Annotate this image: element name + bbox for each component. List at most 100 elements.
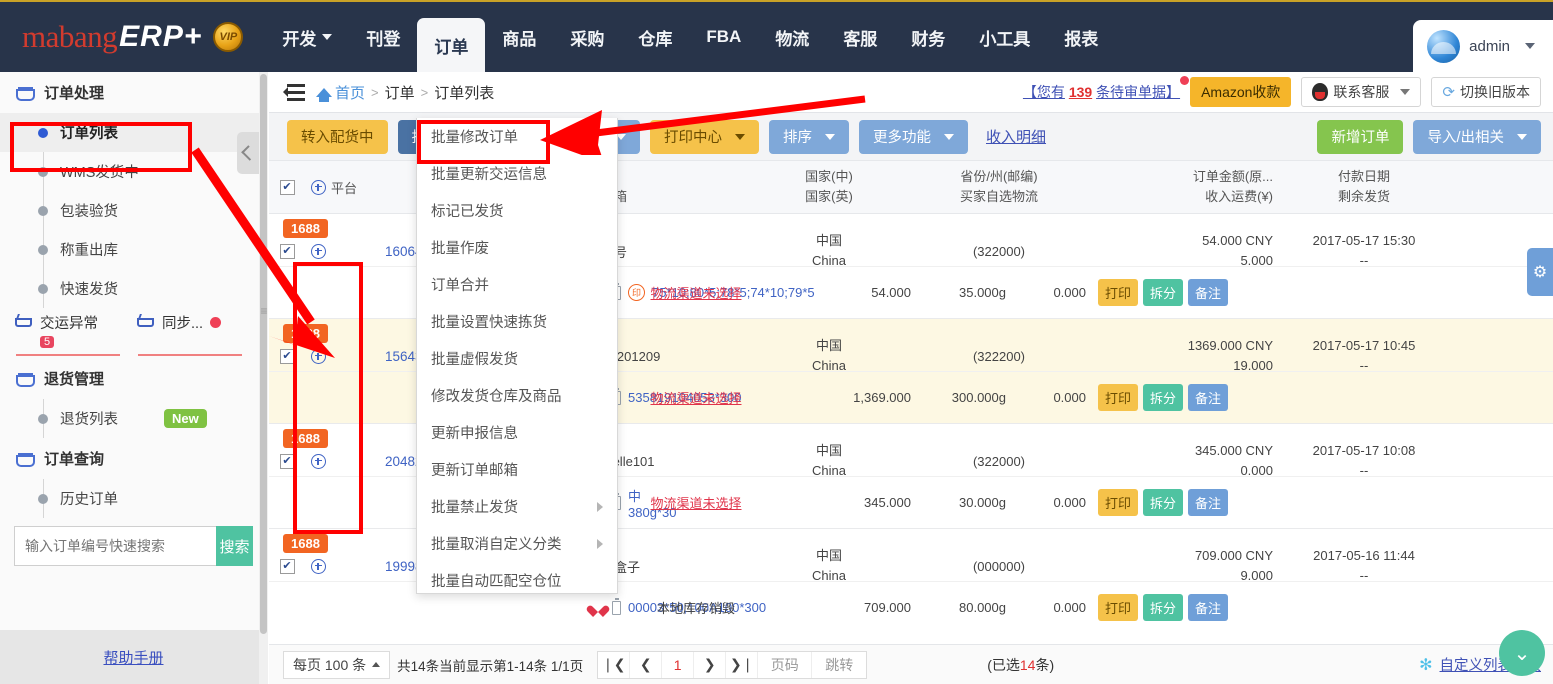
shortcut-transport-exception[interactable]: 交运异常 5	[14, 312, 122, 356]
settings-gear-tab[interactable]: ⚙	[1527, 248, 1553, 296]
logistics-channel-link[interactable]: 物流渠道未选择	[650, 286, 741, 301]
page-number-input[interactable]: 页码	[758, 651, 813, 678]
chevron-down-icon	[322, 34, 333, 40]
row-country-cell: 中国 China	[759, 231, 899, 271]
sidebar-group-order-processing[interactable]: 订单处理	[0, 72, 267, 113]
breadcrumb-home[interactable]: 首页	[335, 82, 365, 103]
chevron-down-icon	[1400, 89, 1411, 95]
basket-icon	[16, 85, 35, 101]
nav-item-orders[interactable]: 订单	[417, 18, 486, 72]
menu-item-batch-auto-match-bin[interactable]: 批量自动匹配空仓位	[417, 562, 617, 593]
nav-item-listing[interactable]: 刊登	[349, 2, 417, 72]
chevron-right-icon	[597, 501, 603, 512]
bullet-icon	[38, 283, 48, 294]
country-cn: 中国	[815, 548, 842, 563]
next-page-button[interactable]: ❯	[694, 651, 727, 678]
logistics-channel-link[interactable]: 物流渠道未选择	[650, 391, 741, 406]
split-action-button[interactable]: 拆分	[1143, 279, 1184, 306]
import-export-button[interactable]: 导入/出相关	[1413, 119, 1541, 154]
menu-item-batch-block-shipping[interactable]: 批量禁止发货	[417, 488, 617, 525]
user-menu[interactable]: admin	[1413, 20, 1553, 72]
sidebar-toggle-icon[interactable]	[283, 83, 305, 101]
nav-item-warehouse[interactable]: 仓库	[621, 2, 689, 72]
pending-review-notice[interactable]: 【您有 139 条待审单据】	[1023, 76, 1190, 102]
nav-item-logistics[interactable]: 物流	[758, 2, 826, 72]
row-actions: 打印 拆分 备注	[1086, 594, 1229, 621]
menu-item-merge-orders[interactable]: 订单合并	[417, 266, 617, 303]
nav-item-customer-service[interactable]: 客服	[826, 2, 894, 72]
contact-support-button[interactable]: 联系客服	[1301, 77, 1422, 107]
jump-button[interactable]: 跳转	[812, 652, 866, 678]
menu-item-mark-shipped[interactable]: 标记已发货	[417, 192, 617, 229]
help-manual-link[interactable]: 帮助手册	[103, 647, 163, 668]
app-logo[interactable]: mabang ERP+ VIP	[0, 2, 251, 72]
menu-item-batch-cancel-custom-category[interactable]: 批量取消自定义分类	[417, 525, 617, 562]
sidebar-item-history-orders[interactable]: 历史订单	[0, 479, 267, 518]
expand-plus-icon[interactable]	[311, 453, 326, 469]
print-action-button[interactable]: 打印	[1098, 279, 1139, 306]
per-page-selector[interactable]: 每页 100 条	[283, 650, 391, 679]
split-action-button[interactable]: 拆分	[1143, 594, 1184, 621]
row-province-cell: (322000)	[972, 243, 1026, 259]
nav-item-tools[interactable]: 小工具	[962, 2, 1047, 72]
menu-item-batch-update-transport[interactable]: 批量更新交运信息	[417, 155, 617, 192]
sidebar-group-label: 退货管理	[44, 371, 105, 388]
nav-item-products[interactable]: 商品	[485, 2, 553, 72]
row-sub-amount: 54.000	[871, 285, 911, 300]
last-page-button[interactable]: ❯❘	[726, 651, 759, 678]
cart-icon	[14, 314, 33, 331]
menu-item-edit-warehouse-goods[interactable]: 修改发货仓库及商品	[417, 377, 617, 414]
menu-item-update-declaration[interactable]: 更新申报信息	[417, 414, 617, 451]
nav-item-fba[interactable]: FBA	[689, 2, 758, 72]
print-action-button[interactable]: 打印	[1098, 384, 1139, 411]
switch-old-version-button[interactable]: ⟳ 切换旧版本	[1431, 77, 1541, 107]
prev-page-button[interactable]: ❮	[630, 651, 663, 678]
search-button[interactable]: 搜索	[216, 526, 253, 566]
new-order-button[interactable]: 新增订单	[1317, 119, 1404, 154]
current-page-number[interactable]: 1	[662, 651, 695, 678]
breadcrumb-separator: >	[371, 84, 379, 100]
header-country: 国家(中) 国家(英)	[759, 167, 899, 207]
row-weight: 30.000g	[959, 495, 1006, 510]
row-checkbox[interactable]	[279, 453, 295, 469]
income-detail-link[interactable]: 收入明细	[986, 126, 1046, 147]
row-checkbox[interactable]	[279, 558, 295, 574]
search-input[interactable]	[14, 526, 216, 566]
breadcrumb-level2[interactable]: 订单	[385, 82, 415, 103]
row-province-cell: (000000)	[972, 558, 1026, 574]
toolbar-right-actions: 新增订单 导入/出相关	[1317, 119, 1541, 154]
logo-erp-text: ERP+	[119, 20, 203, 53]
sidebar-group-order-query[interactable]: 订单查询	[0, 438, 267, 479]
bullet-icon	[38, 493, 48, 504]
split-action-button[interactable]: 拆分	[1143, 384, 1184, 411]
header-country-en: 国家(英)	[805, 189, 853, 204]
note-action-button[interactable]: 备注	[1188, 279, 1229, 306]
country-cn: 中国	[815, 233, 842, 248]
nav-item-purchase[interactable]: 采购	[553, 2, 621, 72]
note-action-button[interactable]: 备注	[1188, 384, 1229, 411]
scroll-down-fab[interactable]: ⌄	[1499, 630, 1545, 676]
menu-item-batch-void[interactable]: 批量作废	[417, 229, 617, 266]
menu-item-batch-fake-ship[interactable]: 批量虚假发货	[417, 340, 617, 377]
menu-item-update-order-email[interactable]: 更新订单邮箱	[417, 451, 617, 488]
nav-item-finance[interactable]: 财务	[894, 2, 962, 72]
expand-plus-icon[interactable]	[311, 558, 326, 574]
batch-process-dropdown-menu[interactable]: 批量修改订单 批量更新交运信息 标记已发货 批量作废 订单合并 批量设置快速拣货…	[416, 118, 618, 594]
puzzle-icon: ✻	[1419, 656, 1433, 674]
logistics-channel-link[interactable]: 物流渠道未选择	[650, 496, 741, 511]
note-action-button[interactable]: 备注	[1188, 594, 1229, 621]
more-functions-button[interactable]: 更多功能	[859, 119, 968, 154]
sidebar-item-label: 快速发货	[60, 282, 118, 298]
print-action-button[interactable]: 打印	[1098, 594, 1139, 621]
nav-item-dev[interactable]: 开发	[265, 2, 349, 72]
logistics-channel-text: 本地库存销毁	[656, 601, 735, 616]
sidebar-item-return-list[interactable]: 退货列表 New	[0, 399, 267, 438]
amazon-payment-button[interactable]: Amazon收款	[1190, 77, 1292, 107]
print-action-button[interactable]: 打印	[1098, 489, 1139, 516]
menu-item-batch-quick-pick[interactable]: 批量设置快速拣货	[417, 303, 617, 340]
nav-item-reports[interactable]: 报表	[1047, 2, 1115, 72]
first-page-button[interactable]: ❘❮	[598, 651, 631, 678]
split-action-button[interactable]: 拆分	[1143, 489, 1184, 516]
note-action-button[interactable]: 备注	[1188, 489, 1229, 516]
row-amount-cell: 345.000 CNY 0.000	[1099, 441, 1279, 481]
